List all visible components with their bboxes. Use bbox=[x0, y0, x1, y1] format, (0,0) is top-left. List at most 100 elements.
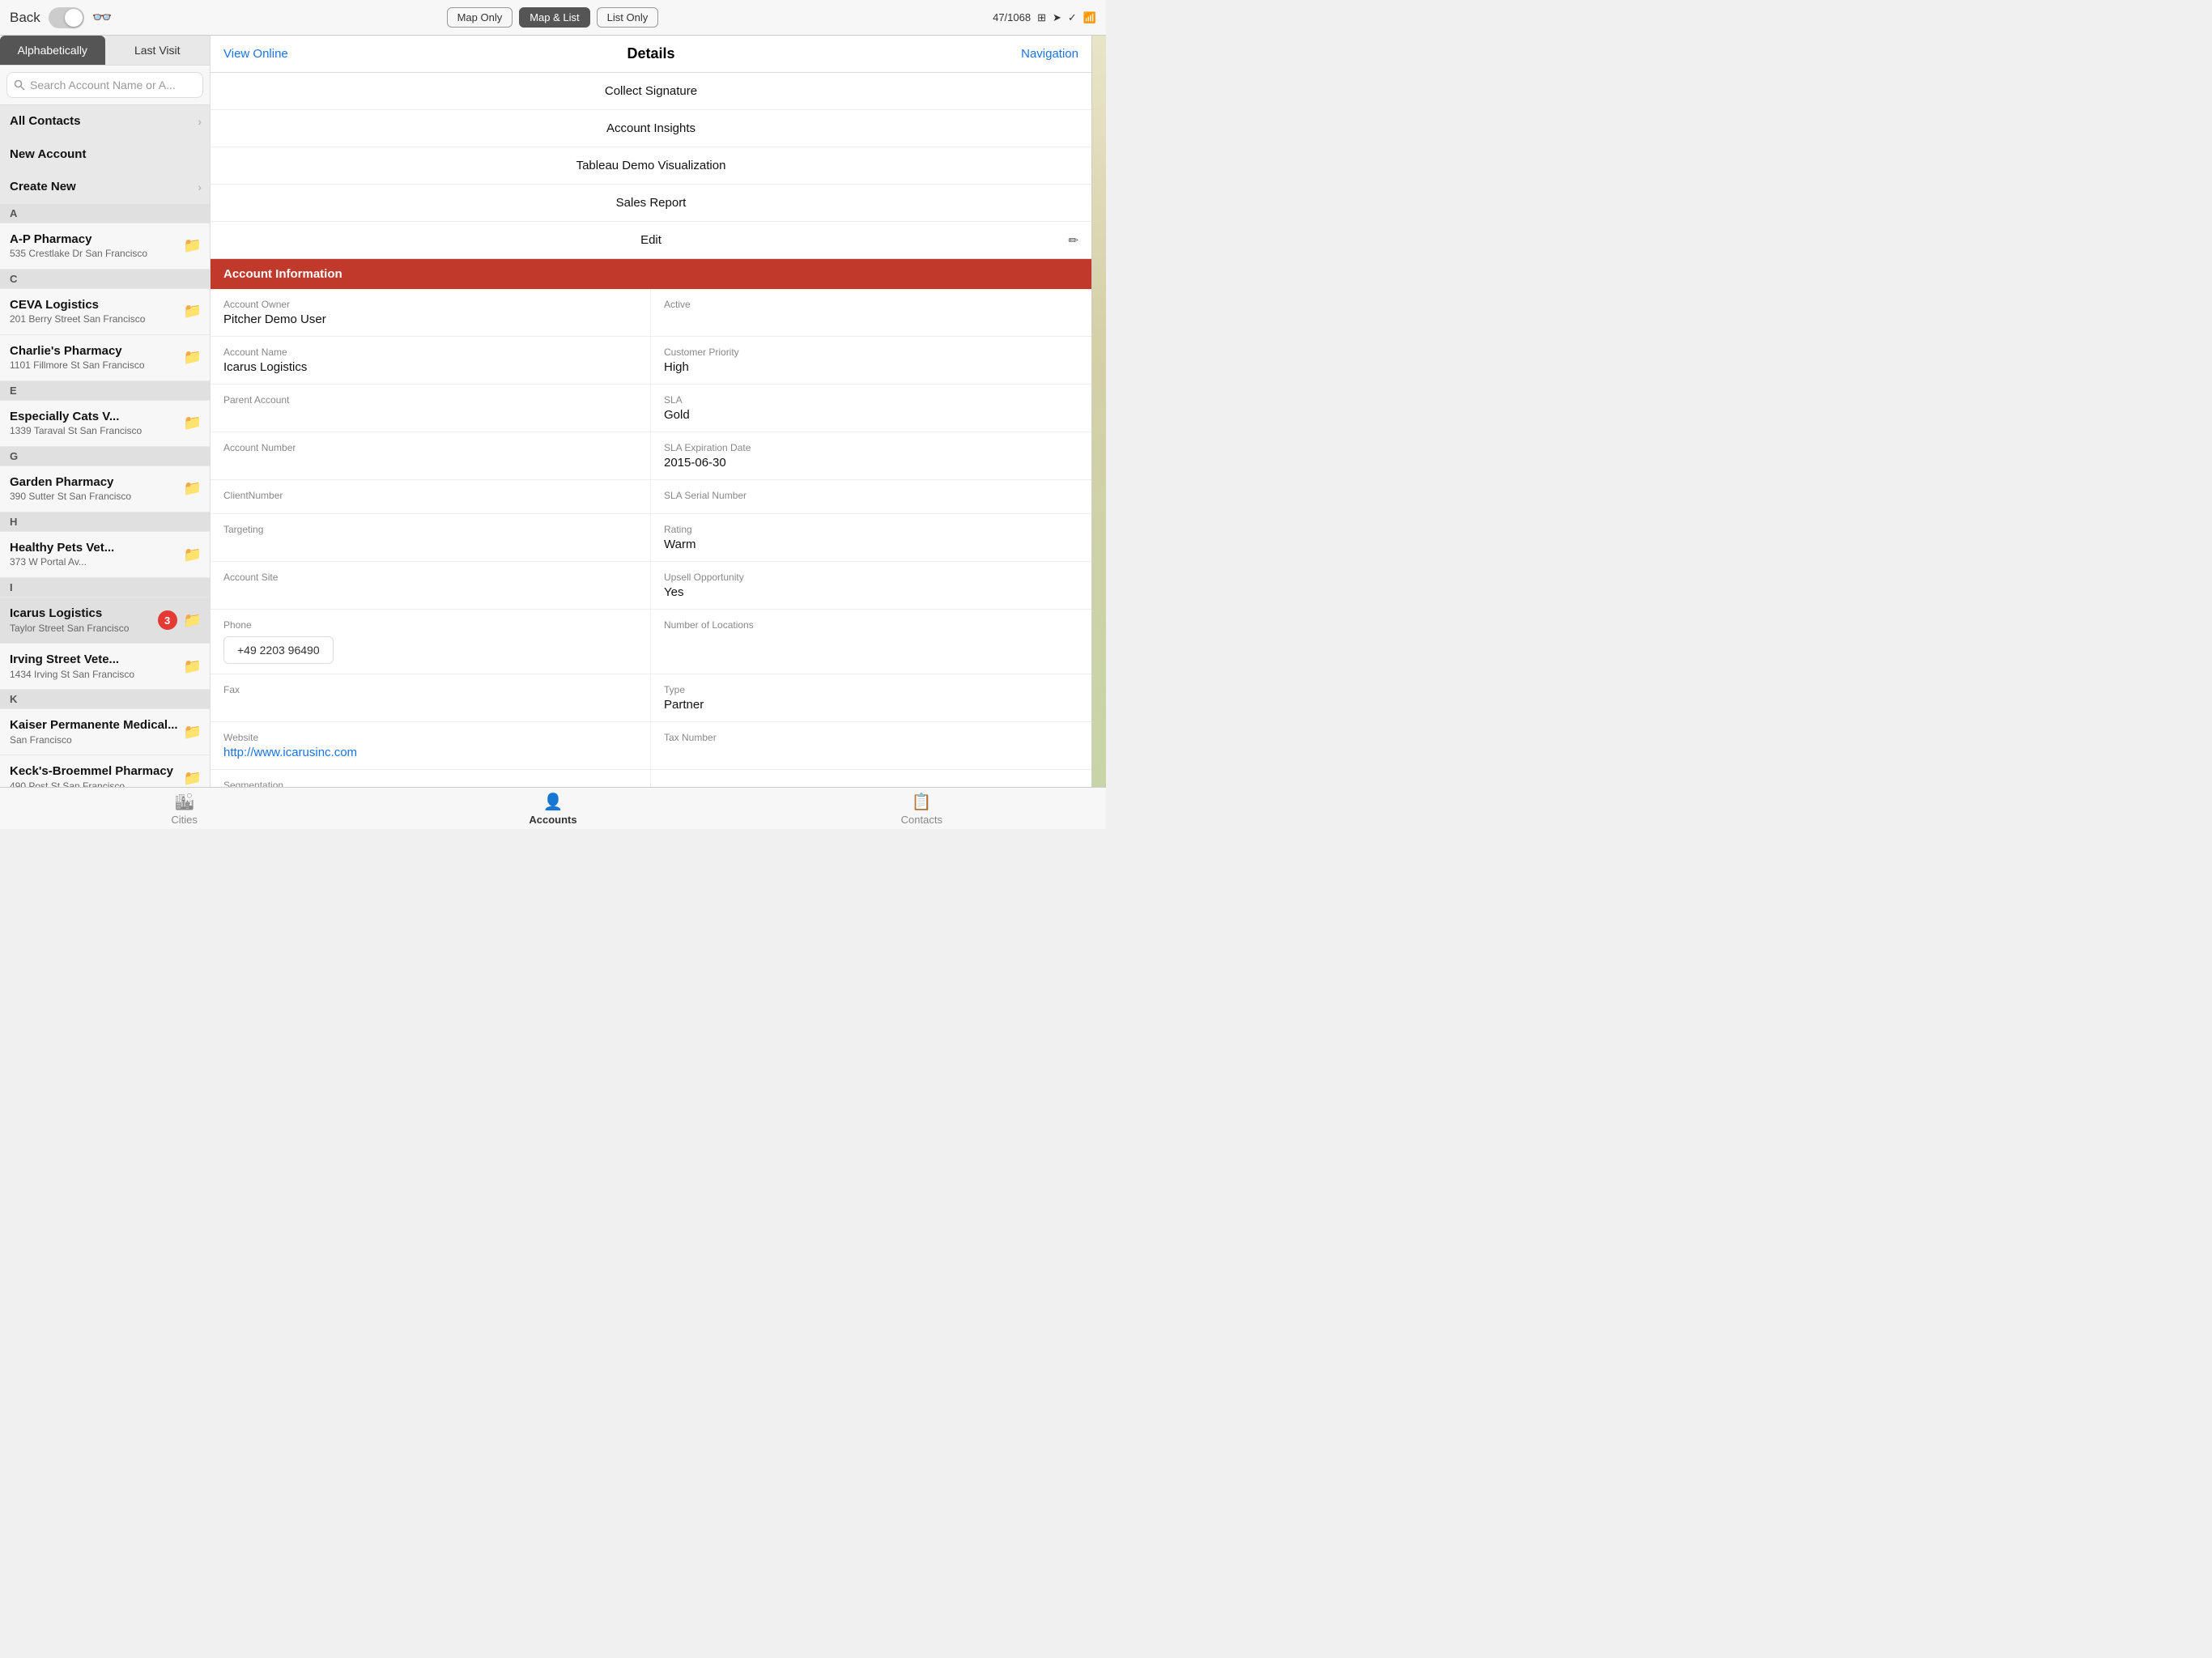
number-of-locations-field: Number of Locations bbox=[651, 610, 1091, 674]
binoculars-icon: 👓 bbox=[92, 7, 113, 28]
tab-accounts-label: Accounts bbox=[529, 814, 576, 826]
main-layout: Alphabetically Last Visit All Contacts ›… bbox=[0, 36, 1106, 787]
edit-button[interactable]: Edit ✏ bbox=[211, 222, 1091, 258]
back-button[interactable]: Back bbox=[10, 10, 40, 26]
folder-icon: 📁 bbox=[184, 414, 202, 432]
list-item-charlies-pharmacy[interactable]: Charlie's Pharmacy 1101 Fillmore St San … bbox=[0, 335, 210, 381]
sidebar: Alphabetically Last Visit All Contacts ›… bbox=[0, 36, 211, 787]
phone-number-button[interactable]: +49 2203 96490 bbox=[223, 636, 334, 664]
toggle-switch[interactable] bbox=[49, 7, 84, 28]
list-item-icarus-logistics[interactable]: Icarus Logistics Taylor Street San Franc… bbox=[0, 597, 210, 644]
tab-accounts[interactable]: 👤 Accounts bbox=[368, 789, 737, 829]
chevron-right-icon-2: › bbox=[198, 181, 202, 193]
grid-icon: ⊞ bbox=[1037, 11, 1046, 24]
phone-field: Phone +49 2203 96490 bbox=[211, 610, 651, 674]
map-and-list-button[interactable]: Map & List bbox=[519, 7, 589, 28]
sort-last-visit-tab[interactable]: Last Visit bbox=[105, 36, 211, 65]
tab-contacts[interactable]: 📋 Contacts bbox=[738, 789, 1106, 829]
list-item-garden-pharmacy[interactable]: Garden Pharmacy 390 Sutter St San Franci… bbox=[0, 466, 210, 512]
fax-field: Fax bbox=[211, 674, 651, 722]
upsell-opportunity-field: Upsell Opportunity Yes bbox=[651, 562, 1091, 610]
account-list: All Contacts › New Account Create New › … bbox=[0, 105, 210, 787]
account-name-field: Account Name Icarus Logistics bbox=[211, 337, 651, 385]
sla-expiration-field: SLA Expiration Date 2015-06-30 bbox=[651, 432, 1091, 480]
status-bar-right: 47/1068 ⊞ ➤ ✓ 📶 bbox=[993, 11, 1096, 24]
folder-icon: 📁 bbox=[184, 349, 202, 366]
sla-serial-number-field: SLA Serial Number bbox=[651, 480, 1091, 514]
segmentation-field: Segmentation A1 bbox=[211, 770, 651, 787]
view-mode-selector: Map Only Map & List List Only bbox=[447, 7, 659, 28]
sort-tabs: Alphabetically Last Visit bbox=[0, 36, 210, 66]
new-account-item[interactable]: New Account bbox=[0, 138, 210, 172]
view-online-button[interactable]: View Online bbox=[223, 47, 288, 61]
detail-scroll-area: Account Information Account Owner Pitche… bbox=[211, 259, 1091, 787]
rating-field: Rating Warm bbox=[651, 514, 1091, 562]
targeting-field: Targeting bbox=[211, 514, 651, 562]
accounts-icon: 👤 bbox=[543, 792, 564, 812]
notification-badge: 3 bbox=[158, 610, 177, 630]
account-owner-field: Account Owner Pitcher Demo User bbox=[211, 289, 651, 337]
detail-header: View Online Details Navigation bbox=[211, 36, 1091, 73]
cities-icon: 🏙 bbox=[174, 792, 194, 812]
all-contacts-item[interactable]: All Contacts › bbox=[0, 105, 210, 138]
sales-report-button[interactable]: Sales Report bbox=[211, 185, 1091, 222]
list-item-kecks-pharmacy[interactable]: Keck's-Broemmel Pharmacy 490 Post St San… bbox=[0, 755, 210, 787]
folder-icon: 📁 bbox=[184, 770, 202, 787]
section-header-c: C bbox=[0, 270, 210, 289]
list-item-irving-street[interactable]: Irving Street Vete... 1434 Irving St San… bbox=[0, 644, 210, 690]
type-field: Type Partner bbox=[651, 674, 1091, 722]
create-new-item[interactable]: Create New › bbox=[0, 171, 210, 204]
folder-icon: 📁 bbox=[184, 480, 202, 497]
active-field: Active bbox=[651, 289, 1091, 337]
check-icon: ✓ bbox=[1068, 11, 1077, 24]
tableau-demo-button[interactable]: Tableau Demo Visualization bbox=[211, 147, 1091, 185]
customer-priority-field: Customer Priority High bbox=[651, 337, 1091, 385]
list-item-kaiser[interactable]: Kaiser Permanente Medical... San Francis… bbox=[0, 709, 210, 755]
account-info-header: Account Information bbox=[211, 259, 1091, 289]
tab-cities[interactable]: 🏙 Cities bbox=[0, 789, 368, 829]
parent-account-field: Parent Account bbox=[211, 385, 651, 432]
account-insights-button[interactable]: Account Insights bbox=[211, 110, 1091, 147]
sort-alphabetically-tab[interactable]: Alphabetically bbox=[0, 36, 105, 65]
section-header-k: K bbox=[0, 690, 210, 709]
account-number-field: Account Number bbox=[211, 432, 651, 480]
list-item-ceva-logistics[interactable]: CEVA Logistics 201 Berry Street San Fran… bbox=[0, 289, 210, 335]
contacts-icon: 📋 bbox=[912, 792, 932, 812]
status-bar: Back 👓 Map Only Map & List List Only 47/… bbox=[0, 0, 1106, 36]
record-count: 47/1068 bbox=[993, 11, 1031, 23]
detail-panel: View Online Details Navigation Collect S… bbox=[211, 36, 1091, 787]
tax-number-field: Tax Number bbox=[651, 722, 1091, 770]
list-only-button[interactable]: List Only bbox=[597, 7, 659, 28]
navigation-button[interactable]: Navigation bbox=[1021, 47, 1078, 61]
list-item-healthy-pets[interactable]: Healthy Pets Vet... 373 W Portal Av... 📁 bbox=[0, 532, 210, 578]
empty-field-right bbox=[651, 770, 1091, 787]
account-fields-grid: Account Owner Pitcher Demo User Active A… bbox=[211, 289, 1091, 787]
folder-icon: 📁 bbox=[184, 303, 202, 320]
location-icon: ➤ bbox=[1053, 11, 1061, 24]
map-only-button[interactable]: Map Only bbox=[447, 7, 513, 28]
collect-signature-button[interactable]: Collect Signature bbox=[211, 73, 1091, 110]
section-header-a: A bbox=[0, 204, 210, 223]
map-panel bbox=[1091, 36, 1106, 787]
chevron-right-icon: › bbox=[198, 115, 202, 128]
tab-cities-label: Cities bbox=[171, 814, 198, 826]
edit-pencil-icon: ✏ bbox=[1068, 233, 1078, 248]
search-input[interactable] bbox=[6, 72, 203, 98]
tab-contacts-label: Contacts bbox=[901, 814, 942, 826]
status-bar-left: Back 👓 bbox=[10, 7, 113, 28]
search-bar bbox=[0, 66, 210, 105]
list-item-especially-cats[interactable]: Especially Cats V... 1339 Taraval St San… bbox=[0, 401, 210, 447]
detail-actions: Collect Signature Account Insights Table… bbox=[211, 73, 1091, 259]
account-site-field: Account Site bbox=[211, 562, 651, 610]
folder-icon: 📁 bbox=[184, 237, 202, 254]
section-header-h: H bbox=[0, 512, 210, 532]
section-header-e: E bbox=[0, 381, 210, 401]
section-header-i: I bbox=[0, 578, 210, 597]
client-number-field: ClientNumber bbox=[211, 480, 651, 514]
folder-icon: 📁 bbox=[184, 724, 202, 741]
website-field: Website http://www.icarusinc.com bbox=[211, 722, 651, 770]
tab-bar: 🏙 Cities 👤 Accounts 📋 Contacts bbox=[0, 787, 1106, 829]
folder-icon: 📁 bbox=[184, 612, 202, 629]
list-item-ap-pharmacy[interactable]: A-P Pharmacy 535 Crestlake Dr San Franci… bbox=[0, 223, 210, 270]
folder-icon: 📁 bbox=[184, 546, 202, 563]
